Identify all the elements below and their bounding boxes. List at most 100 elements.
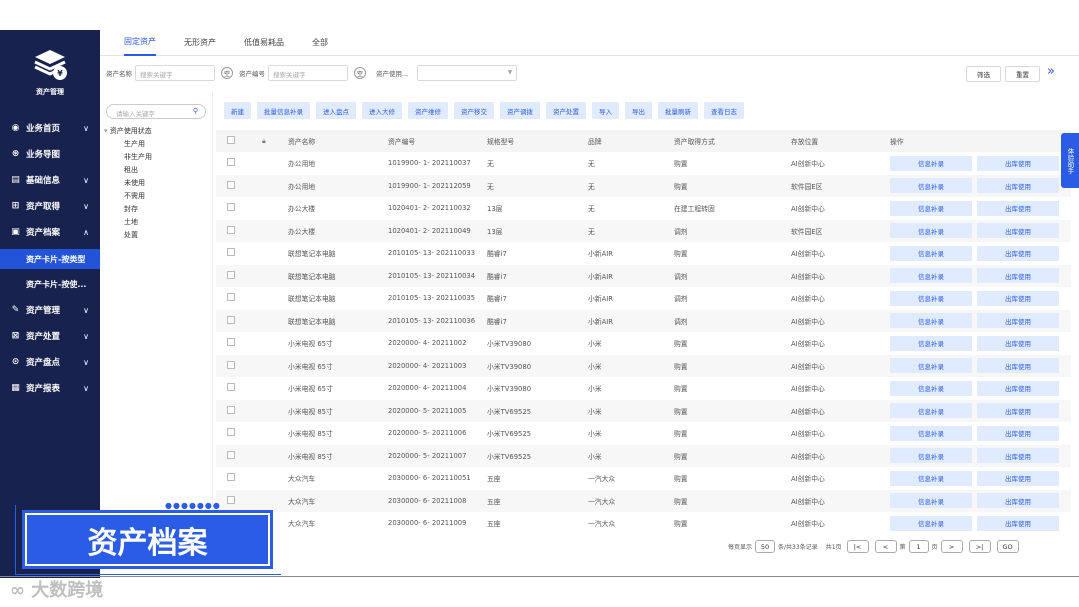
table-row[interactable]: 大众汽车 2030000- 6- 20211008 五座 一汽大众 购置 AI创新中心 信息… — [216, 489, 1071, 512]
info-supplement-button[interactable]: 信息补录 — [890, 380, 972, 396]
sub-item-card-by-type[interactable]: 资产卡片-按类型 — [0, 249, 100, 269]
tree-node[interactable]: 不需用 — [124, 191, 145, 201]
info-supplement-button[interactable]: 信息补录 — [890, 223, 972, 239]
table-row[interactable]: 大众汽车 2030000- 6- 202110051 五座 一汽大众 购置 AI创新中心 信… — [216, 467, 1071, 490]
row-checkbox[interactable] — [227, 315, 235, 324]
tree-node[interactable]: 土地 — [124, 217, 138, 227]
row-checkbox[interactable] — [227, 180, 235, 189]
table-row[interactable]: 小米电视 85寸 2020000- 5- 20211006 小米TV69525 小米 购… — [216, 422, 1071, 445]
checkout-use-button[interactable]: 出库使用 — [977, 313, 1059, 329]
filter-button[interactable]: 筛选 — [966, 66, 1001, 82]
enter-inventory-button[interactable]: 进入盘点 — [316, 102, 356, 119]
tree-node[interactable]: 处置 — [124, 230, 138, 240]
info-supplement-button[interactable]: 信息补录 — [890, 155, 972, 171]
info-supplement-button[interactable]: 信息补录 — [890, 493, 972, 509]
code-empty-toggle[interactable]: 空 — [354, 67, 366, 79]
repair-button[interactable]: 资产维修 — [408, 102, 448, 119]
next-page-button[interactable]: > — [940, 540, 963, 553]
view-log-button[interactable]: 查看日志 — [704, 102, 744, 119]
row-checkbox[interactable] — [227, 473, 235, 482]
table-row[interactable]: 联想笔记本电脑 2010105- 13- 202110034 酷睿i7 小新AIR 调剂… — [216, 264, 1071, 287]
table-row[interactable]: 小米电视 85寸 2020000- 5- 20211007 小米TV69525 小米 购… — [216, 444, 1071, 467]
enter-overhaul-button[interactable]: 进入大修 — [362, 102, 402, 119]
header-name[interactable]: 资产名称 — [288, 136, 388, 146]
row-checkbox[interactable] — [227, 293, 235, 302]
tree-node[interactable]: 封存 — [124, 204, 138, 214]
info-supplement-button[interactable]: 信息补录 — [890, 470, 972, 486]
checkout-use-button[interactable]: 出库使用 — [977, 403, 1059, 419]
search-icon[interactable]: ⚲ — [193, 107, 198, 115]
tree-node[interactable]: 未使用 — [124, 178, 145, 188]
header-code[interactable]: 资产编号 — [388, 136, 487, 146]
checkout-use-button[interactable]: 出库使用 — [977, 245, 1059, 261]
nav-item-business-map[interactable]: ⊛ 业务导图 — [0, 144, 100, 164]
row-checkbox[interactable] — [227, 158, 235, 167]
nav-item-manage[interactable]: ✎ 资产管理 ∨ — [0, 300, 100, 320]
checkout-use-button[interactable]: 出库使用 — [977, 178, 1059, 194]
asset-code-input[interactable]: 搜索关键字 — [268, 65, 348, 81]
tree-root-node[interactable]: ▾ 资产使用状态 — [104, 126, 152, 136]
prev-page-button[interactable]: < — [874, 540, 897, 553]
asset-name-input[interactable]: 搜索关键字 — [135, 65, 215, 81]
row-checkbox[interactable] — [227, 405, 235, 414]
row-checkbox[interactable] — [227, 248, 235, 257]
expand-icon[interactable]: » — [1047, 64, 1055, 79]
batch-info-button[interactable]: 批量信息补录 — [257, 102, 310, 119]
checkout-use-button[interactable]: 出库使用 — [977, 335, 1059, 351]
reset-button[interactable]: 重置 — [1005, 66, 1040, 82]
info-supplement-button[interactable]: 信息补录 — [890, 335, 972, 351]
header-acquire[interactable]: 资产取得方式 — [674, 136, 791, 146]
checkout-use-button[interactable]: 出库使用 — [977, 380, 1059, 396]
checkout-use-button[interactable]: 出库使用 — [977, 448, 1059, 464]
row-checkbox[interactable] — [227, 270, 235, 279]
last-page-button[interactable]: >| — [968, 540, 991, 553]
table-row[interactable]: 办公大楼 1020401- 2- 202110049 13层 无 调剂 软件园E区 信息补录… — [216, 219, 1071, 242]
header-location[interactable]: 存放位置 — [791, 136, 890, 146]
per-page-input[interactable]: 50 — [755, 540, 776, 553]
row-checkbox[interactable] — [227, 495, 235, 504]
sub-item-card-by-usage[interactable]: 资产卡片-按使... — [0, 274, 100, 294]
checkout-use-button[interactable]: 出库使用 — [977, 515, 1059, 531]
checkout-use-button[interactable]: 出库使用 — [977, 268, 1059, 284]
info-supplement-button[interactable]: 信息补录 — [890, 200, 972, 216]
tab-fixed-assets[interactable]: 固定资产 — [124, 30, 156, 56]
table-row[interactable]: 小米电视 65寸 2020000- 4- 20211002 小米TV39080 小米 购… — [216, 332, 1071, 355]
info-supplement-button[interactable]: 信息补录 — [890, 245, 972, 261]
table-row[interactable]: 联想笔记本电脑 2010105- 13- 202110035 酷睿i7 小新AIR 调剂… — [216, 287, 1071, 310]
checkout-use-button[interactable]: 出库使用 — [977, 358, 1059, 374]
checkout-use-button[interactable]: 出库使用 — [977, 493, 1059, 509]
tree-node[interactable]: 租出 — [124, 165, 138, 175]
checkout-use-button[interactable]: 出库使用 — [977, 290, 1059, 306]
info-supplement-button[interactable]: 信息补录 — [890, 290, 972, 306]
info-supplement-button[interactable]: 信息补录 — [890, 515, 972, 531]
nav-item-acquire[interactable]: ⊞ 资产取得 ∨ — [0, 196, 100, 216]
tab-all[interactable]: 全部 — [312, 30, 328, 56]
table-row[interactable]: 联想笔记本电脑 2010105- 13- 202110033 酷睿i7 小新AIR 购置… — [216, 242, 1071, 265]
info-supplement-button[interactable]: 信息补录 — [890, 448, 972, 464]
batch-refresh-button[interactable]: 批量刷新 — [658, 102, 698, 119]
dispose-button[interactable]: 资产处置 — [546, 102, 586, 119]
tree-search-input[interactable]: 请输入关键字 ⚲ — [106, 104, 206, 119]
row-checkbox[interactable] — [227, 225, 235, 234]
tree-node[interactable]: 非生产用 — [124, 152, 152, 162]
checkout-use-button[interactable]: 出库使用 — [977, 470, 1059, 486]
info-supplement-button[interactable]: 信息补录 — [890, 358, 972, 374]
table-row[interactable]: 联想笔记本电脑 2010105- 13- 202110036 酷睿i7 小新AIR 调剂… — [216, 309, 1071, 332]
page-input[interactable]: 1 — [908, 540, 929, 553]
nav-item-archive[interactable]: ▣ 资产档案 ∧ — [0, 222, 100, 242]
nav-item-basic-info[interactable]: ▤ 基础信息 ∨ — [0, 170, 100, 190]
checkout-use-button[interactable]: 出库使用 — [977, 200, 1059, 216]
table-row[interactable]: 小米电视 65寸 2020000- 4- 20211003 小米TV39080 小米 购… — [216, 354, 1071, 377]
nav-item-dispose[interactable]: ⊠ 资产处置 ∨ — [0, 326, 100, 346]
table-row[interactable]: 办公大楼 1020401- 2- 202110032 13层 无 在建工程转固 AI创新中… — [216, 197, 1071, 220]
transfer-button[interactable]: 资产调拨 — [500, 102, 540, 119]
row-checkbox[interactable] — [227, 383, 235, 392]
row-checkbox[interactable] — [227, 450, 235, 459]
experience-assistant-tab[interactable]: 体验助手 — [1061, 133, 1079, 188]
tab-intangible-assets[interactable]: 无形资产 — [184, 30, 216, 56]
checkout-use-button[interactable]: 出库使用 — [977, 425, 1059, 441]
row-checkbox[interactable] — [227, 428, 235, 437]
checkout-use-button[interactable]: 出库使用 — [977, 155, 1059, 171]
go-button[interactable]: GO — [996, 540, 1019, 553]
header-brand[interactable]: 品牌 — [588, 136, 674, 146]
